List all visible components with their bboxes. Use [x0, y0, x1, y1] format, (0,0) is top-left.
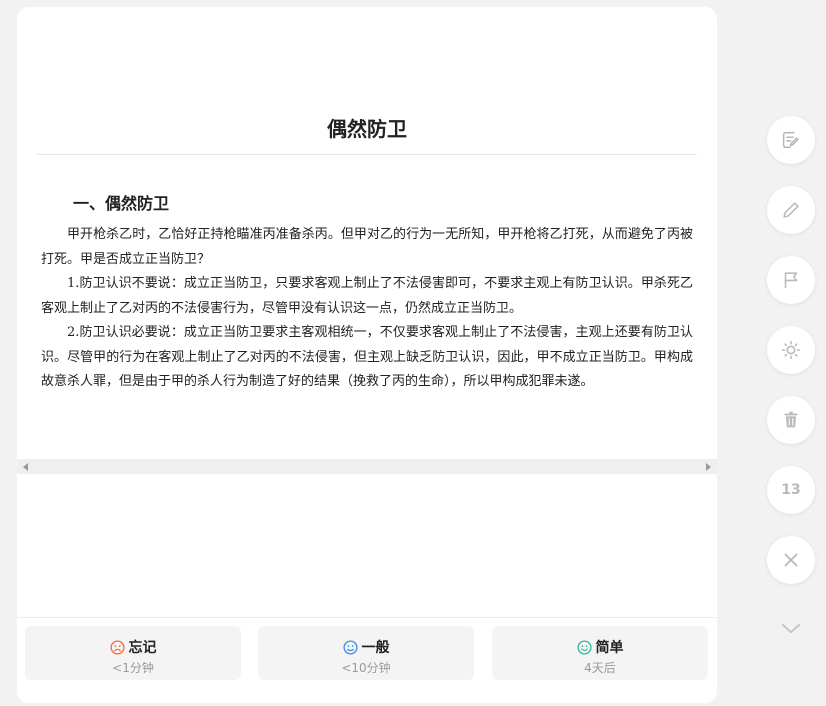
- close-button[interactable]: [767, 536, 815, 584]
- rating-normal-button[interactable]: 一般 <10分钟: [258, 626, 474, 680]
- rating-interval: <10分钟: [341, 661, 391, 675]
- edit-note-button[interactable]: [767, 116, 815, 164]
- scroll-left-arrow-icon[interactable]: [23, 463, 28, 471]
- card-content: 甲开枪杀乙时，乙恰好正持枪瞄准丙准备杀丙。但甲对乙的行为一无所知，甲开枪将乙打死…: [41, 223, 693, 395]
- rating-forget-button[interactable]: 忘记 <1分钟: [25, 626, 241, 680]
- horizontal-scrollbar[interactable]: [17, 459, 717, 474]
- flashcard: 偶然防卫 一、偶然防卫 甲开枪杀乙时，乙恰好正持枪瞄准丙准备杀丙。但甲对乙的行为…: [17, 7, 717, 703]
- rating-interval: 4天后: [584, 661, 616, 675]
- section-heading: 一、偶然防卫: [73, 194, 170, 213]
- edit-note-icon: [782, 131, 799, 149]
- scroll-right-arrow-icon[interactable]: [706, 463, 711, 471]
- edit-button[interactable]: [767, 186, 815, 234]
- content-paragraph: 1.防卫认识不要说：成立正当防卫，只要求客观上制止了不法侵害即可，不要求主观上有…: [41, 276, 693, 316]
- rating-label: 简单: [595, 640, 624, 656]
- rating-label: 忘记: [128, 640, 157, 656]
- brightness-button[interactable]: [767, 326, 815, 374]
- pencil-icon: [783, 202, 799, 218]
- trash-icon: [784, 411, 798, 428]
- rating-divider: [17, 617, 717, 618]
- title-divider: [37, 154, 697, 155]
- flag-button[interactable]: [767, 256, 815, 304]
- content-paragraph: 甲开枪杀乙时，乙恰好正持枪瞄准丙准备杀丙。但甲对乙的行为一无所知，甲开枪将乙打死…: [41, 227, 693, 267]
- content-paragraph: 2.防卫认识必要说：成立正当防卫要求主客观相统一，不仅要求客观上制止了不法侵害，…: [41, 325, 693, 389]
- count-button[interactable]: 13: [767, 466, 815, 514]
- happy-face-icon: [576, 639, 592, 655]
- card-count: 13: [781, 482, 801, 498]
- card-title: 偶然防卫: [327, 117, 407, 141]
- delete-button[interactable]: [767, 396, 815, 444]
- flag-icon: [784, 272, 798, 289]
- rating-label: 一般: [361, 640, 390, 656]
- rating-easy-button[interactable]: 简单 4天后: [492, 626, 708, 680]
- rating-interval: <1分钟: [112, 661, 154, 675]
- close-icon: [784, 553, 798, 567]
- neutral-face-icon: [342, 639, 358, 655]
- sad-face-icon: [109, 639, 125, 655]
- brightness-icon: [781, 340, 801, 360]
- chevron-down-icon[interactable]: [779, 618, 803, 638]
